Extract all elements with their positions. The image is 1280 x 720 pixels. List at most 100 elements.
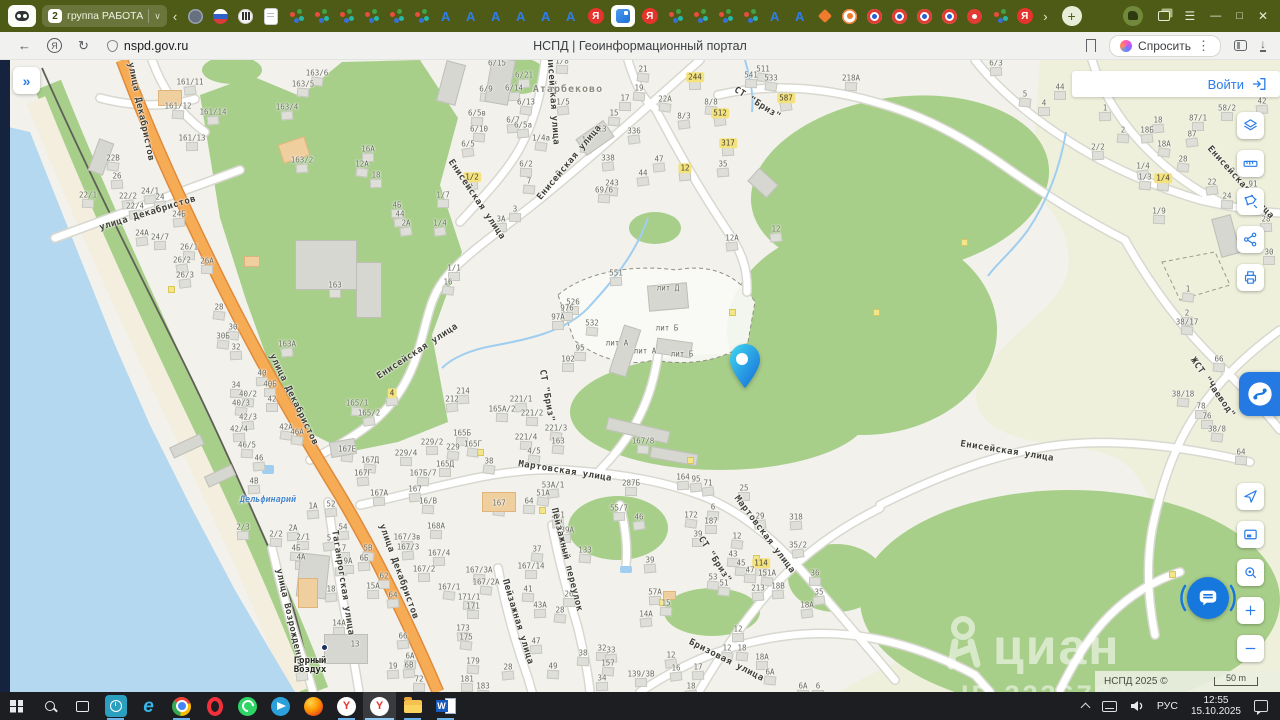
map-marker[interactable] [727,342,763,390]
pinned-tab-alpha[interactable]: А [511,6,531,26]
taskbar-ie[interactable]: e [132,692,165,720]
taskbar-whatsapp[interactable] [231,692,264,720]
map-tools-stack [1237,112,1264,291]
pinned-tab-nspd[interactable] [286,6,306,26]
downloads-icon[interactable]: ↓ [1260,38,1266,52]
pinned-tab-nspd[interactable] [411,6,431,26]
pinned-tab-doc[interactable] [261,6,281,26]
login-bar[interactable]: Войти [1072,71,1280,97]
pinned-tab-alpha[interactable]: А [461,6,481,26]
maximize-button[interactable]: □ [1236,10,1243,22]
pinned-tab-nspd[interactable] [336,6,356,26]
back-button[interactable]: ← [18,38,31,53]
sidebar-panel-icon[interactable] [1234,40,1247,51]
pinned-tab-ring[interactable] [940,6,960,26]
browser-profile-button[interactable] [8,5,36,27]
taskbar-taskview[interactable] [66,692,99,720]
close-button[interactable]: ✕ [1258,10,1268,22]
chevron-down-icon[interactable]: ∨ [154,11,161,22]
taskbar-timer[interactable] [99,692,132,720]
tab-panels-icon[interactable] [1157,11,1170,21]
pinned-tab-active[interactable] [610,5,635,27]
keyboard-icon[interactable] [1101,700,1117,712]
area-search-button[interactable] [1237,188,1264,215]
pinned-tab-alpha[interactable]: А [765,6,785,26]
pinned-tab-nspd[interactable] [740,6,760,26]
ruler-button[interactable] [1237,150,1264,177]
tab-scroll-right[interactable]: › [1043,10,1047,23]
object-search-button[interactable] [1237,559,1264,586]
pinned-tab-alpha[interactable]: А [486,6,506,26]
pinned-tab-ring[interactable] [915,6,935,26]
zoom-out-button[interactable] [1237,635,1264,662]
map-label: 57А [648,587,662,597]
taskbar-word[interactable]: W [429,692,462,720]
taskbar-explorer[interactable] [396,692,429,720]
url-field[interactable]: nspd.gov.ru [106,39,188,53]
pinned-tab-nspd[interactable] [311,6,331,26]
pinned-tab-audio[interactable] [236,6,256,26]
pinned-tab-ring[interactable] [865,6,885,26]
notification-center-icon[interactable] [1254,700,1268,715]
pinned-tab-nspd[interactable] [715,6,735,26]
dino-extension-icon[interactable] [1122,6,1143,26]
pinned-tab-nspd[interactable] [386,6,406,26]
pinned-tab-alpha[interactable]: А [436,6,456,26]
share-button[interactable] [1237,226,1264,253]
map-label: 167Е [337,444,357,454]
pinned-tab-alpha[interactable]: А [536,6,556,26]
layers-button[interactable] [1237,112,1264,139]
pinned-tab-alpha[interactable]: А [561,6,581,26]
speaker-icon[interactable] [1130,700,1144,712]
taskbar-chrome[interactable] [165,692,198,720]
ask-more-icon[interactable]: ⋮ [1197,38,1210,54]
pinned-tab-ya[interactable]: Я [640,6,660,26]
map-label: 58/2 [1217,103,1237,113]
map-label: 2/2 [269,529,283,539]
new-tab-button[interactable]: + [1061,6,1082,26]
pinned-tab-dmond[interactable] [815,6,835,26]
pinned-tab-ya[interactable]: Я [586,6,606,26]
pinned-tab-nspd[interactable] [690,6,710,26]
pinned-tab-flag[interactable] [211,6,231,26]
language-indicator[interactable]: РУС [1157,700,1178,712]
taskbar-telegram[interactable] [264,692,297,720]
pinned-tab-ya[interactable]: Я [1015,6,1035,26]
map-building [356,476,370,487]
map-building [525,416,539,427]
tab-scroll-left[interactable]: ‹ [173,10,177,23]
pinned-tab-nspd[interactable] [361,6,381,26]
ask-alice-button[interactable]: Спросить ⋮ [1109,34,1221,57]
tab-group-pill[interactable]: 2 группа РАБОТА ∨ [42,5,167,27]
taskbar-opera[interactable] [198,692,231,720]
minimize-button[interactable]: — [1210,10,1221,22]
zoom-in-button[interactable] [1237,597,1264,624]
reload-button[interactable]: ↻ [78,38,89,54]
taskbar-search[interactable] [33,692,66,720]
pinned-tab-target[interactable] [840,6,860,26]
print-button[interactable] [1237,264,1264,291]
pinned-tab-alpha[interactable]: А [790,6,810,26]
chat-widget[interactable] [1179,572,1237,624]
chat-button[interactable] [1187,577,1229,619]
menu-icon[interactable]: ☰ [1185,9,1196,23]
taskbar-yandex-active[interactable]: Y [363,692,396,720]
taskbar-firefox[interactable] [297,692,330,720]
pinned-tab-reddot[interactable] [965,6,985,26]
taskbar-yandex[interactable]: Y [330,692,363,720]
pinned-tab-globe[interactable] [186,6,206,26]
tray-expand-icon[interactable] [1080,702,1091,713]
map-canvas[interactable]: 161/11 161/12 161/14 161/13 163/6 163/5 163/4 1… [0,60,1280,692]
locate-button[interactable] [1237,483,1264,510]
bookmark-icon[interactable] [1085,39,1097,56]
pinned-tab-ring[interactable] [890,6,910,26]
yandex-home-icon[interactable]: Я [47,38,62,53]
pinned-tab-nspd[interactable] [665,6,685,26]
pinned-tab-nspd[interactable] [990,6,1010,26]
sidebar-expand-button[interactable]: » [13,67,40,94]
feedback-side-tab[interactable] [1239,372,1280,416]
taskbar-clock[interactable]: 12:55 15.10.2025 [1191,695,1241,717]
browser-sidebar-strip[interactable] [0,60,10,692]
taskbar-start[interactable] [0,692,33,720]
minimap-button[interactable] [1237,521,1264,548]
